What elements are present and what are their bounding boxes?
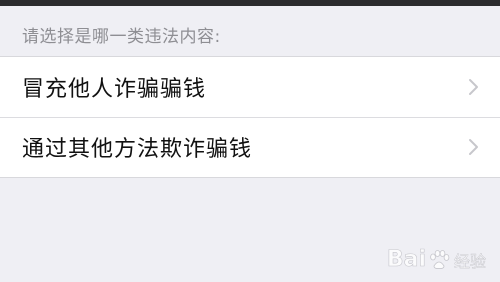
watermark-brand-right: 经验 — [453, 251, 487, 271]
watermark: Bai 经验 — [386, 247, 487, 273]
paw-icon — [430, 249, 450, 269]
section-header: 请选择是哪一类违法内容: — [22, 27, 221, 47]
option-row-other-fraud[interactable]: 通过其他方法欺诈骗钱 — [0, 117, 500, 177]
chevron-right-icon — [469, 79, 478, 95]
option-label: 冒充他人诈骗骗钱 — [22, 77, 207, 102]
watermark-brand-left: Bai — [386, 247, 427, 273]
chevron-right-icon — [469, 139, 478, 155]
option-label: 通过其他方法欺诈骗钱 — [22, 137, 253, 162]
option-row-impersonation[interactable]: 冒充他人诈骗骗钱 — [0, 57, 500, 117]
status-bar-edge — [0, 0, 500, 6]
category-list: 冒充他人诈骗骗钱 通过其他方法欺诈骗钱 — [0, 56, 500, 178]
report-category-page: 请选择是哪一类违法内容: 冒充他人诈骗骗钱 通过其他方法欺诈骗钱 Bai 经验 — [0, 0, 500, 282]
